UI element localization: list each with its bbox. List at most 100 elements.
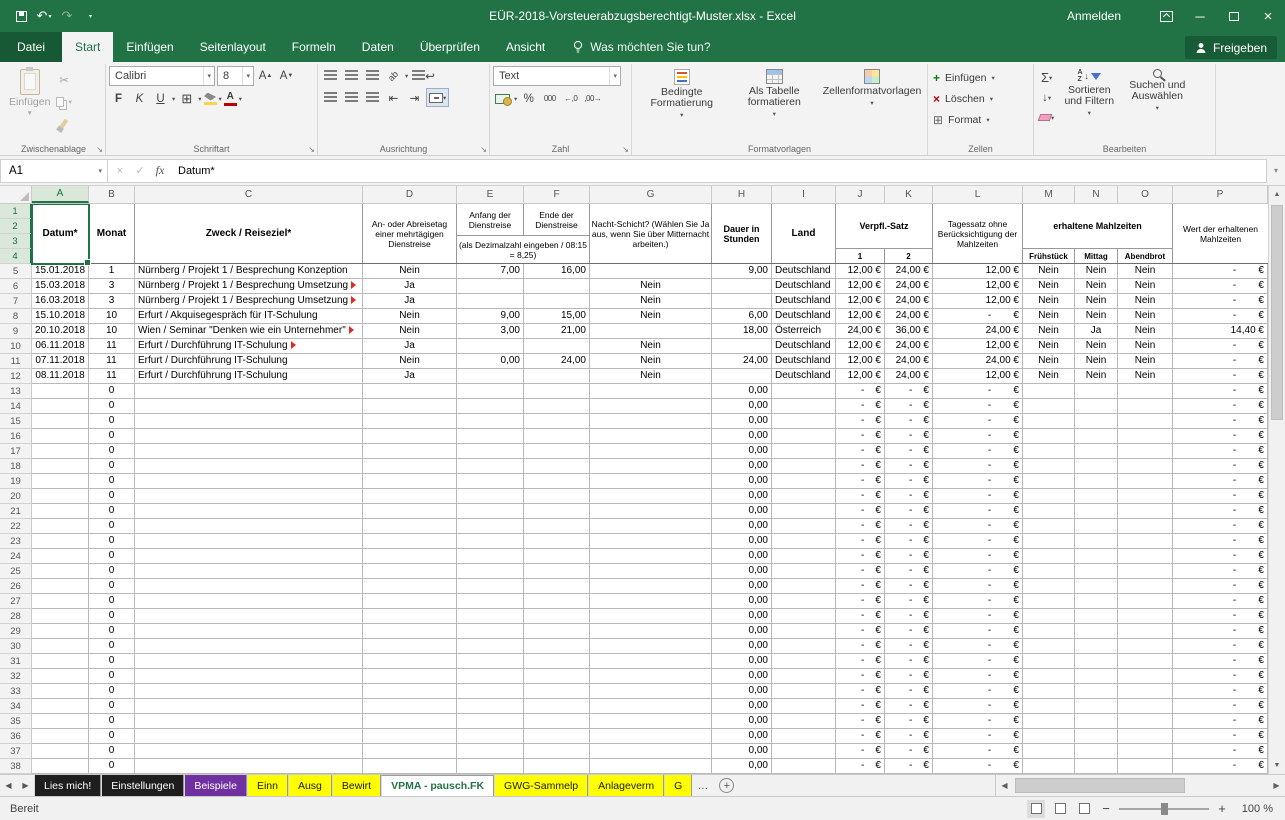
cell-J29[interactable]: - € <box>836 624 885 639</box>
cell-L35[interactable]: - € <box>933 714 1023 729</box>
column-header-G[interactable]: G <box>590 186 712 203</box>
minimize-button[interactable]: ─ <box>1183 0 1217 32</box>
cell-C37[interactable] <box>135 744 363 759</box>
increase-font-icon[interactable]: A▲ <box>256 67 275 86</box>
cell-O6[interactable]: Nein <box>1118 279 1173 294</box>
cell-N36[interactable] <box>1075 729 1118 744</box>
increase-indent-icon[interactable]: ⇥ <box>405 88 424 107</box>
cell-N19[interactable] <box>1075 474 1118 489</box>
cell-O16[interactable] <box>1118 429 1173 444</box>
cell-I1[interactable]: Land <box>772 204 836 263</box>
cell-C7[interactable]: Nürnberg / Projekt 1 / Besprechung Umset… <box>135 294 363 309</box>
cell-M37[interactable] <box>1023 744 1075 759</box>
cell-H25[interactable]: 0,00 <box>712 564 772 579</box>
cell-M9[interactable]: Nein <box>1023 324 1075 339</box>
cell-L11[interactable]: 24,00 € <box>933 354 1023 369</box>
cell-O17[interactable] <box>1118 444 1173 459</box>
cell-M38[interactable] <box>1023 759 1075 774</box>
cell-P20[interactable]: - € <box>1173 489 1268 504</box>
cell-K7[interactable]: 24,00 € <box>885 294 933 309</box>
cell-G1[interactable]: Nacht-Schicht? (Wählen Sie Ja aus, wenn … <box>590 204 712 263</box>
cell-O5[interactable]: Nein <box>1118 264 1173 279</box>
cell-E35[interactable] <box>457 714 524 729</box>
column-header-A[interactable]: A <box>32 186 89 203</box>
cell-F29[interactable] <box>524 624 590 639</box>
normal-view-button[interactable] <box>1027 800 1045 818</box>
cell-M16[interactable] <box>1023 429 1075 444</box>
cell-C19[interactable] <box>135 474 363 489</box>
scroll-left-icon[interactable]: ◀ <box>996 781 1013 790</box>
cell-styles-button[interactable]: Zellenformatvorlagen▾ <box>820 66 924 141</box>
cell-I32[interactable] <box>772 669 836 684</box>
cell-C9[interactable]: Wien / Seminar "Denken wie ein Unternehm… <box>135 324 363 339</box>
cell-D14[interactable] <box>363 399 457 414</box>
cell-F20[interactable] <box>524 489 590 504</box>
cell-G19[interactable] <box>590 474 712 489</box>
wrap-text-button[interactable]: ↩ <box>410 66 437 85</box>
cell-J8[interactable]: 12,00 € <box>836 309 885 324</box>
cell-N11[interactable]: Nein <box>1075 354 1118 369</box>
cell-C36[interactable] <box>135 729 363 744</box>
cell-N21[interactable] <box>1075 504 1118 519</box>
cell-E38[interactable] <box>457 759 524 774</box>
cell-O36[interactable] <box>1118 729 1173 744</box>
cell-I14[interactable] <box>772 399 836 414</box>
cell-N34[interactable] <box>1075 699 1118 714</box>
row-header-2[interactable]: 2 <box>0 219 32 234</box>
cell-B12[interactable]: 11 <box>89 369 135 384</box>
cell-M27[interactable] <box>1023 594 1075 609</box>
row-header-34[interactable]: 34 <box>0 699 31 714</box>
cell-L15[interactable]: - € <box>933 414 1023 429</box>
cell-P28[interactable]: - € <box>1173 609 1268 624</box>
cell-A16[interactable] <box>32 429 89 444</box>
cell-I34[interactable] <box>772 699 836 714</box>
cell-D5[interactable]: Nein <box>363 264 457 279</box>
cell-I22[interactable] <box>772 519 836 534</box>
cell-A7[interactable]: 16.03.2018 <box>32 294 89 309</box>
cell-P11[interactable]: - € <box>1173 354 1268 369</box>
cell-K16[interactable]: - € <box>885 429 933 444</box>
cell-J9[interactable]: 24,00 € <box>836 324 885 339</box>
cell-J34[interactable]: - € <box>836 699 885 714</box>
cell-L16[interactable]: - € <box>933 429 1023 444</box>
scroll-up-icon[interactable]: ▲ <box>1269 186 1285 203</box>
sheet-nav-left-icon[interactable]: ◀ <box>0 775 17 796</box>
cell-J27[interactable]: - € <box>836 594 885 609</box>
sheet-tab-gwg-sammelp[interactable]: GWG-Sammelp <box>494 775 588 796</box>
cell-L28[interactable]: - € <box>933 609 1023 624</box>
cell-L25[interactable]: - € <box>933 564 1023 579</box>
cell-F30[interactable] <box>524 639 590 654</box>
cell-K5[interactable]: 24,00 € <box>885 264 933 279</box>
cell-D35[interactable] <box>363 714 457 729</box>
cell-A24[interactable] <box>32 549 89 564</box>
cell-A17[interactable] <box>32 444 89 459</box>
redo-icon[interactable]: ↷ <box>56 4 78 28</box>
cell-H35[interactable]: 0,00 <box>712 714 772 729</box>
cell-B23[interactable]: 0 <box>89 534 135 549</box>
cell-E16[interactable] <box>457 429 524 444</box>
cell-H21[interactable]: 0,00 <box>712 504 772 519</box>
cell-A34[interactable] <box>32 699 89 714</box>
cell-I19[interactable] <box>772 474 836 489</box>
cell-N27[interactable] <box>1075 594 1118 609</box>
cell-J15[interactable]: - € <box>836 414 885 429</box>
cell-D30[interactable] <box>363 639 457 654</box>
cell-M4[interactable]: Frühstück <box>1023 249 1075 263</box>
format-painter-button[interactable] <box>54 114 73 133</box>
cell-K8[interactable]: 24,00 € <box>885 309 933 324</box>
cell-K35[interactable]: - € <box>885 714 933 729</box>
cell-K15[interactable]: - € <box>885 414 933 429</box>
cell-G30[interactable] <box>590 639 712 654</box>
cell-B26[interactable]: 0 <box>89 579 135 594</box>
cell-N25[interactable] <box>1075 564 1118 579</box>
cell-D10[interactable]: Ja <box>363 339 457 354</box>
cell-K30[interactable]: - € <box>885 639 933 654</box>
sheet-tab-ausg[interactable]: Ausg <box>288 775 332 796</box>
cell-J30[interactable]: - € <box>836 639 885 654</box>
column-header-P[interactable]: P <box>1173 186 1268 203</box>
row-header-18[interactable]: 18 <box>0 459 31 474</box>
cell-M32[interactable] <box>1023 669 1075 684</box>
cell-H30[interactable]: 0,00 <box>712 639 772 654</box>
row-header-10[interactable]: 10 <box>0 339 31 354</box>
cell-C31[interactable] <box>135 654 363 669</box>
